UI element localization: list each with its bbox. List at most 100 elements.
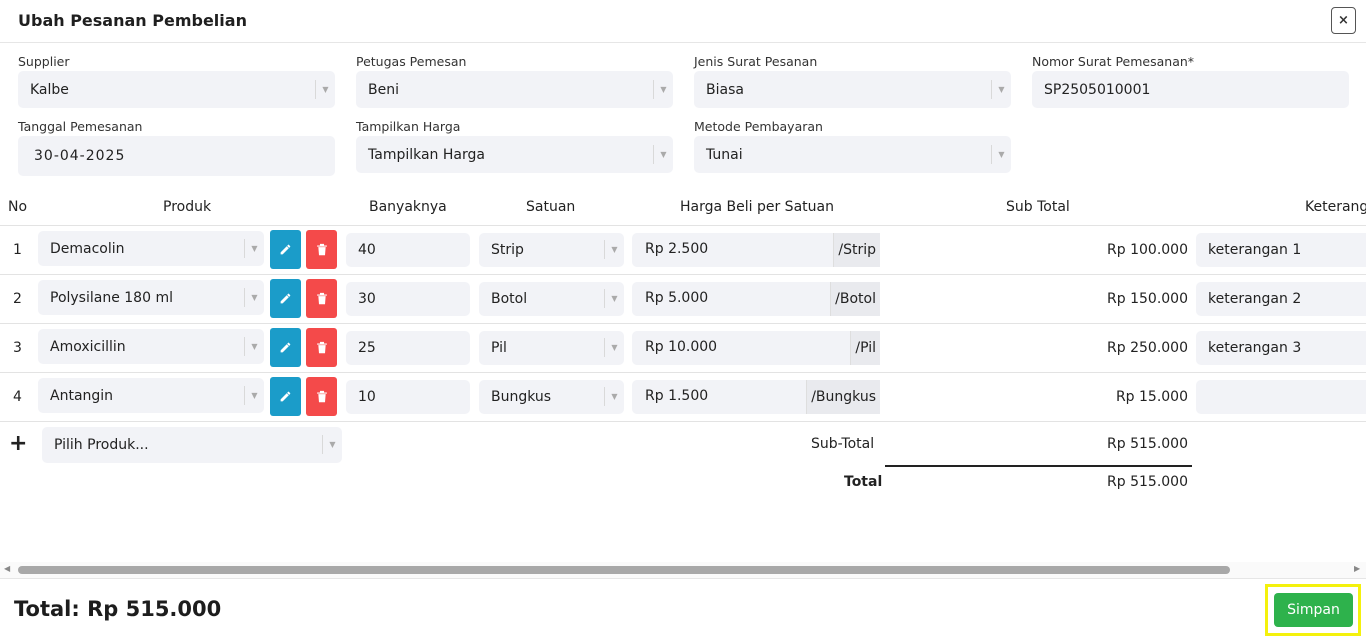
save-button[interactable]: Simpan [1274,593,1353,627]
col-banyaknya: Banyaknya [369,199,447,215]
scrollbar-thumb[interactable] [18,566,1230,574]
supplier-value: Kalbe [30,81,69,98]
nomor-label: Nomor Surat Pemesanan* [1032,54,1195,69]
row-subtotal: Rp 100.000 [1107,242,1188,258]
unit-value: Strip [491,242,524,258]
delete-button[interactable] [306,377,337,416]
tampilkan-value: Tampilkan Harga [368,146,485,163]
quantity-input[interactable]: 30 [346,282,470,316]
edit-button[interactable] [270,279,301,318]
unit-select[interactable]: Bungkus ▼ [479,380,624,414]
subtotal-value: Rp 515.000 [1107,436,1188,452]
keterangan-value: keterangan 1 [1208,242,1302,258]
modal-header: Ubah Pesanan Pembelian × [0,0,1366,43]
unit-select[interactable]: Pil ▼ [479,331,624,365]
scroll-left-icon[interactable]: ◀ [4,564,10,573]
row-subtotal: Rp 15.000 [1115,389,1188,405]
row-number: 3 [13,340,22,356]
col-satuan: Satuan [526,199,576,215]
close-icon: × [1338,13,1349,28]
keterangan-input[interactable]: keterangan 1 [1196,233,1366,267]
plus-icon[interactable]: + [9,431,27,456]
product-select[interactable]: Polysilane 180 ml ▼ [38,280,264,315]
metode-value: Tunai [706,146,743,163]
edit-button[interactable] [270,328,301,367]
keterangan-input[interactable]: keterangan 3 [1196,331,1366,365]
quantity-input[interactable]: 10 [346,380,470,414]
pencil-icon [280,293,291,304]
caret-down-icon: ▼ [604,240,624,259]
product-value: Amoxicillin [50,338,126,355]
product-select[interactable]: Demacolin ▼ [38,231,264,266]
product-select[interactable]: Antangin ▼ [38,378,264,413]
quantity-value: 25 [358,340,376,356]
unit-value: Pil [491,340,507,356]
divider [0,323,1366,324]
unit-value: Bungkus [491,389,552,405]
caret-down-icon: ▼ [991,145,1011,164]
unit-select[interactable]: Strip ▼ [479,233,624,267]
new-product-select[interactable]: Pilih Produk... ▼ [42,427,342,463]
product-value: Polysilane 180 ml [50,289,173,306]
keterangan-input[interactable]: keterangan 2 [1196,282,1366,316]
price-value: Rp 1.500 [645,388,709,404]
tanggal-input[interactable]: 30-04-2025 [18,136,335,176]
keterangan-value: keterangan 3 [1208,340,1302,356]
delete-button[interactable] [306,328,337,367]
caret-down-icon: ▼ [653,80,673,99]
nomor-input[interactable]: SP2505010001 [1032,71,1349,108]
caret-down-icon: ▼ [604,338,624,357]
divider [0,274,1366,275]
price-input[interactable]: Rp 1.500 /Bungkus [632,380,880,414]
unit-select[interactable]: Botol ▼ [479,282,624,316]
edit-button[interactable] [270,377,301,416]
tampilkan-select[interactable]: Tampilkan Harga ▼ [356,136,673,173]
quantity-value: 10 [358,389,376,405]
supplier-label: Supplier [18,54,70,69]
close-button[interactable]: × [1331,7,1356,34]
metode-select[interactable]: Tunai ▼ [694,136,1011,173]
modal-title: Ubah Pesanan Pembelian [18,11,247,30]
petugas-label: Petugas Pemesan [356,54,467,69]
price-input[interactable]: Rp 2.500 /Strip [632,233,880,267]
pencil-icon [280,342,291,353]
price-unit: /Bungkus [806,380,880,414]
trash-icon [316,243,327,256]
edit-button[interactable] [270,230,301,269]
pencil-icon [280,244,291,255]
delete-button[interactable] [306,279,337,318]
price-value: Rp 2.500 [645,241,709,257]
metode-label: Metode Pembayaran [694,119,823,134]
tanggal-label: Tanggal Pemesanan [18,119,143,134]
keterangan-input[interactable] [1196,380,1366,414]
row-number: 1 [13,242,22,258]
price-unit: /Botol [830,282,880,316]
col-keterangan: Keterang [1305,199,1366,215]
subtotal-label: Sub-Total [811,436,875,452]
product-value: Antangin [50,387,114,404]
price-input[interactable]: Rp 5.000 /Botol [632,282,880,316]
col-no: No [8,199,28,215]
supplier-select[interactable]: Kalbe ▼ [18,71,335,108]
row-number: 4 [13,389,22,405]
petugas-select[interactable]: Beni ▼ [356,71,673,108]
scroll-right-icon[interactable]: ▶ [1354,564,1360,573]
price-value: Rp 10.000 [645,339,718,355]
price-input[interactable]: Rp 10.000 /Pil [632,331,880,365]
jenis-select[interactable]: Biasa ▼ [694,71,1011,108]
product-select[interactable]: Amoxicillin ▼ [38,329,264,364]
delete-button[interactable] [306,230,337,269]
caret-down-icon: ▼ [244,288,264,307]
caret-down-icon: ▼ [604,289,624,308]
caret-down-icon: ▼ [604,387,624,406]
row-number: 2 [13,291,22,307]
row-subtotal: Rp 150.000 [1107,291,1188,307]
quantity-input[interactable]: 40 [346,233,470,267]
jenis-value: Biasa [706,81,744,98]
divider [0,372,1366,373]
price-unit: /Pil [850,331,880,365]
trash-icon [316,390,327,403]
quantity-value: 40 [358,242,376,258]
quantity-input[interactable]: 25 [346,331,470,365]
col-subtotal: Sub Total [1006,199,1070,215]
